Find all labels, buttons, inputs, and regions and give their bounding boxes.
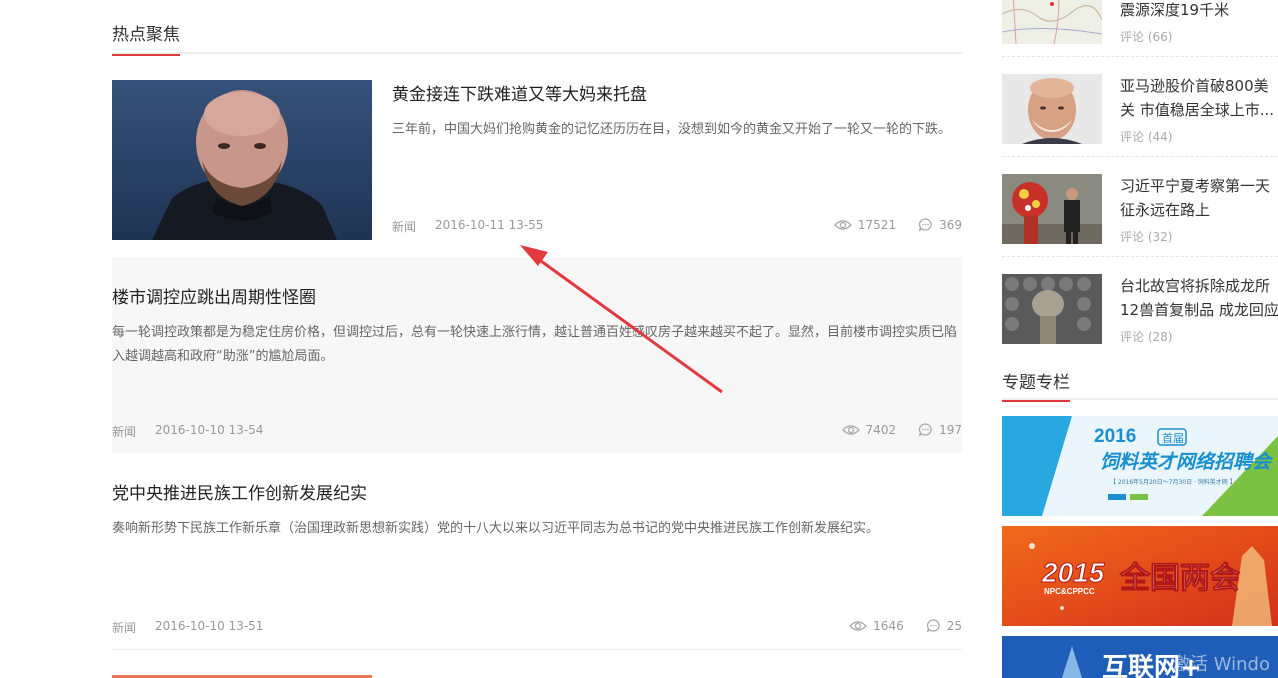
view-count: 17521 [857, 218, 897, 232]
sidebar: 震源深度19千米 评论 (66) 亚马逊股价首破800美 关 市值稳居全球上市.… [1002, 0, 1278, 678]
hot-news-item[interactable]: 台北故宫将拆除成龙所 12兽首复制品 成龙回应 评论 (28) [1002, 274, 1278, 344]
divider [1002, 256, 1278, 257]
banner-headline: 饲料英才网络招聘会 [1100, 451, 1274, 473]
hot-news-title-line1[interactable]: 台北故宫将拆除成龙所 [1120, 274, 1278, 298]
article-item[interactable]: 黄金接连下跌难道又等大妈来托盘 三年前，中国大妈们抢购黄金的记忆还历历在目，没想… [112, 80, 962, 256]
article-meta: 新闻 2016-10-10 13-54 7402 197 [112, 423, 962, 439]
hot-news-title-line2[interactable]: 关 市值稳居全球上市... [1120, 98, 1278, 122]
article-date: 2016-10-10 13-51 [155, 619, 264, 633]
article-date: 2016-10-11 13-55 [435, 218, 544, 232]
article-title[interactable]: 楼市调控应跳出周期性怪圈 [112, 283, 316, 308]
special-column-header: 专题专栏 [1002, 366, 1278, 402]
hot-news-item[interactable]: 习近平宁夏考察第一天 征永远在路上 评论 (32) [1002, 174, 1278, 244]
article-title[interactable]: 黄金接连下跌难道又等大妈来托盘 [392, 80, 647, 105]
article-category[interactable]: 新闻 [392, 218, 416, 235]
article-stats: 7402 197 [841, 423, 962, 437]
eye-icon [841, 424, 860, 436]
banner-feed-talent-fair[interactable]: 2016 首届 饲料英才网络招聘会 【 2016年5月20日～7月30日 · 饲… [1002, 416, 1278, 516]
banner-two-sessions[interactable]: 2015 NPC&CPPCC 全国两会 [1002, 526, 1278, 626]
hot-news-comments: 评论 (66) [1120, 30, 1173, 44]
banner-subtitle: NPC&CPPCC [1044, 587, 1095, 596]
comment-count: 369 [939, 218, 962, 232]
article-description: 每一轮调控政策都是为稳定住房价格，但调控过后，总有一轮快速上涨行情，越让普通百姓… [112, 325, 958, 364]
banner-year: 2015 [1041, 557, 1105, 588]
view-count: 1646 [873, 619, 904, 633]
hot-news-comments: 评论 (44) [1120, 130, 1173, 144]
hot-news-thumbnail[interactable] [1002, 174, 1102, 244]
hot-news-comments: 评论 (32) [1120, 230, 1173, 244]
article-date: 2016-10-10 13-54 [155, 423, 264, 437]
comment-icon [926, 619, 941, 633]
section-title: 热点聚焦 [112, 20, 180, 56]
hot-news-thumbnail[interactable] [1002, 274, 1102, 344]
hot-news-title-line1[interactable]: 亚马逊股价首破800美 [1120, 74, 1278, 98]
comment-count: 197 [939, 423, 962, 437]
hot-news-thumbnail[interactable] [1002, 0, 1102, 44]
banner-subtitle: 【 2016年5月20日～7月30日 · 饲料英才网 】 [1110, 478, 1236, 486]
hot-news-title-line2[interactable]: 征永远在路上 [1120, 198, 1278, 222]
eye-icon [849, 620, 868, 632]
activation-watermark: 激活 Windo [1172, 654, 1270, 675]
comment-icon [918, 423, 933, 437]
article-description: 三年前，中国大妈们抢购黄金的记忆还历历在目，没想到如今的黄金又开始了一轮又一轮的… [392, 122, 952, 137]
article-stats: 1646 25 [849, 619, 962, 633]
banner-tag: 首届 [1162, 431, 1184, 445]
article-meta: 新闻 2016-10-10 13-51 1646 25 [112, 619, 962, 635]
hot-news-title-line2[interactable]: 震源深度19千米 [1120, 0, 1278, 22]
banner-headline: 全国两会 [1119, 561, 1240, 596]
hot-news-item[interactable]: 震源深度19千米 评论 (66) [1002, 0, 1278, 44]
comment-icon [918, 218, 933, 232]
article-thumbnail[interactable] [112, 80, 372, 240]
divider [1002, 156, 1278, 157]
hot-news-title-line1[interactable]: 习近平宁夏考察第一天 [1120, 174, 1278, 198]
article-stats: 17521 369 [833, 218, 962, 232]
article-category[interactable]: 新闻 [112, 619, 136, 636]
special-column-title: 专题专栏 [1002, 368, 1070, 402]
banner-year: 2016 [1094, 426, 1136, 447]
comment-count: 25 [946, 619, 962, 633]
article-title[interactable]: 党中央推进民族工作创新发展纪实 [112, 479, 367, 504]
article-meta: 新闻 2016-10-11 13-55 17521 369 [392, 218, 962, 234]
hot-news-thumbnail[interactable] [1002, 74, 1102, 144]
eye-icon [833, 219, 852, 231]
article-body: 黄金接连下跌难道又等大妈来托盘 三年前，中国大妈们抢购黄金的记忆还历历在目，没想… [392, 80, 962, 240]
article-item[interactable]: 党中央推进民族工作创新发展纪实 奏响新形势下民族工作新乐章（治国理政新思想新实践… [112, 453, 962, 650]
divider [1002, 56, 1278, 57]
hot-news-comments: 评论 (28) [1120, 330, 1173, 344]
article-item[interactable]: 楼市调控应跳出周期性怪圈 每一轮调控政策都是为稳定住房价格，但调控过后，总有一轮… [112, 257, 962, 453]
article-item-partial[interactable] [112, 650, 962, 678]
section-header: 热点聚焦 [112, 18, 962, 56]
article-description: 奏响新形势下民族工作新乐章（治国理政新思想新实践）党的十八大以来以习近平同志为总… [112, 521, 880, 536]
hot-news-item[interactable]: 亚马逊股价首破800美 关 市值稳居全球上市... 评论 (44) [1002, 74, 1278, 144]
article-category[interactable]: 新闻 [112, 423, 136, 440]
view-count: 7402 [865, 423, 897, 437]
hot-news-title-line2[interactable]: 12兽首复制品 成龙回应 [1120, 298, 1278, 322]
banner-internet-plus[interactable]: 互联网+ 激活 Windo [1002, 636, 1278, 678]
